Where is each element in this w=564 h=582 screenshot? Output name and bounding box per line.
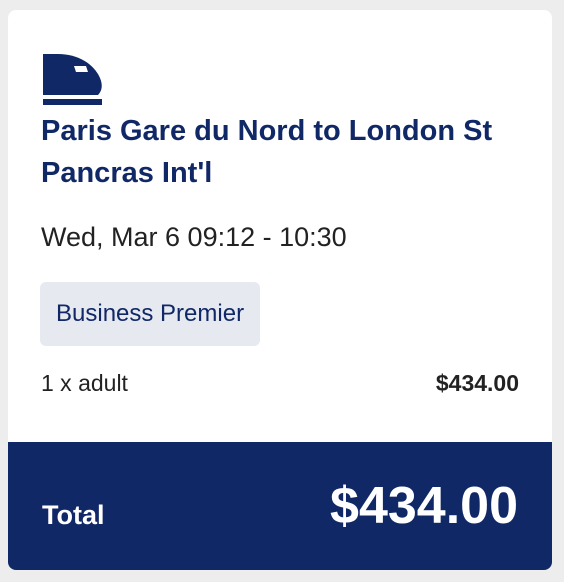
fare-row: 1 x adult $434.00 [41, 370, 519, 397]
route-title: Paris Gare du Nord to London St Pancras … [41, 115, 493, 189]
fare-price: $434.00 [435, 370, 519, 396]
fare-class-badge: Business Premier [40, 282, 261, 346]
passenger-count: 1 x adult [41, 370, 128, 396]
fare-class-label: Business Premier [56, 300, 245, 327]
train-icon [42, 52, 104, 106]
total-bar: Total $434.00 [8, 442, 552, 570]
trip-summary-card: Paris Gare du Nord to London St Pancras … [8, 10, 552, 570]
total-label: Total [42, 499, 105, 530]
departure-datetime: Wed, Mar 6 09:12 - 10:30 [41, 222, 347, 252]
total-price: $434.00 [330, 477, 518, 535]
